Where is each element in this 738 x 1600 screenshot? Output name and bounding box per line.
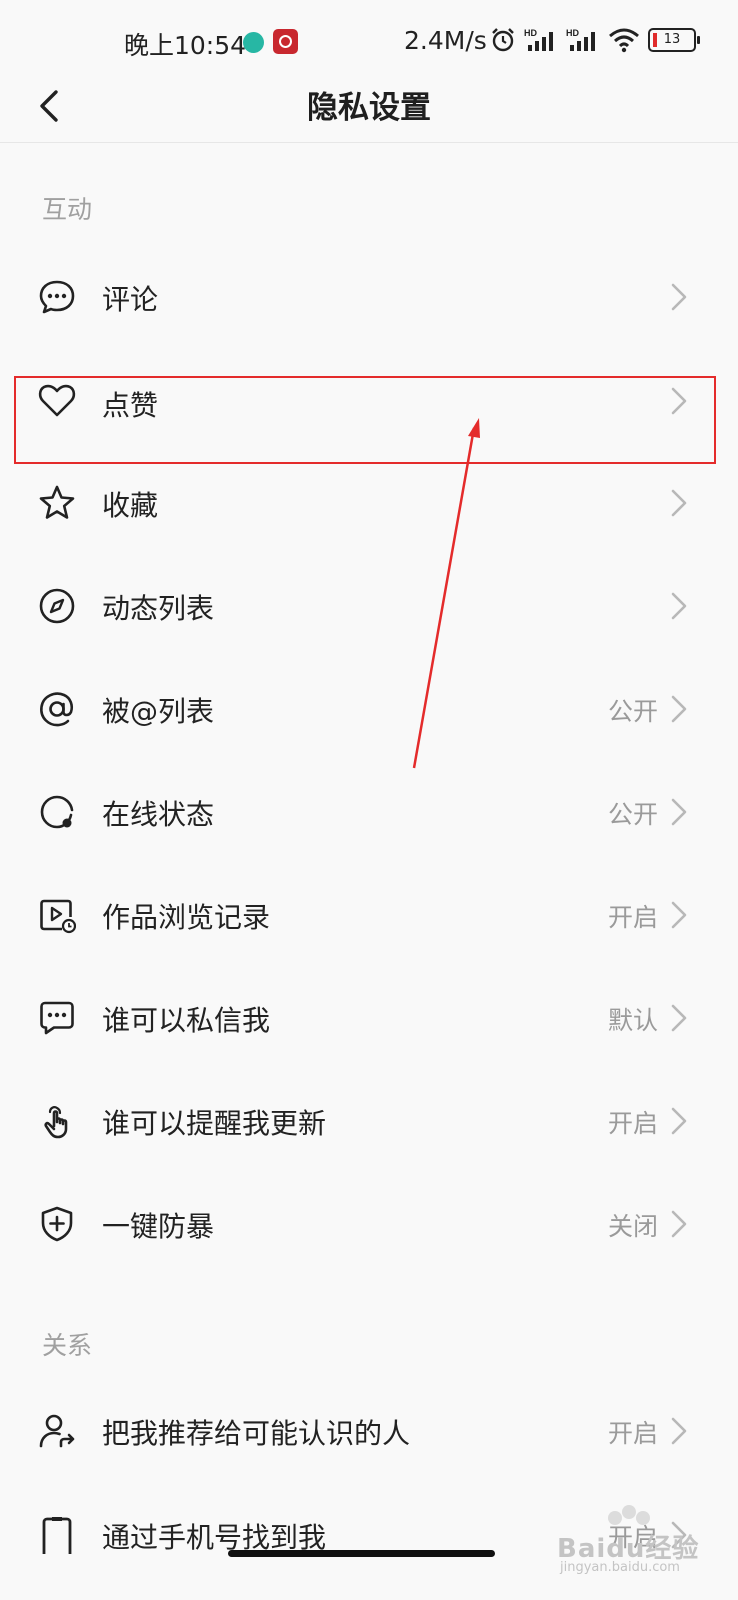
row-label: 作品浏览记录 (102, 901, 271, 934)
chevron-right-icon (671, 489, 687, 517)
row-value: 开启 (607, 1109, 658, 1138)
settings-row-activity-list[interactable]: 动态列表 (0, 557, 738, 657)
annotation-highlight-box (14, 376, 716, 464)
compass-icon (39, 588, 75, 624)
hd-signal-icon: HD (524, 28, 553, 51)
row-label: 谁可以提醒我更新 (102, 1107, 327, 1140)
star-icon (39, 485, 75, 519)
message-icon (40, 1001, 74, 1035)
tap-hand-icon (44, 1106, 68, 1139)
settings-row-online-status[interactable]: 在线状态 公开 (0, 763, 738, 863)
settings-row-view-history[interactable]: 作品浏览记录 开启 (0, 866, 738, 966)
settings-row-update-reminders[interactable]: 谁可以提醒我更新 开启 (0, 1072, 738, 1172)
watermark-subtext: jingyan.baidu.com (560, 1560, 680, 1575)
row-value: 公开 (607, 800, 658, 829)
settings-row-mentions[interactable]: 被@列表 公开 (0, 660, 738, 760)
at-icon (40, 692, 74, 727)
settings-row-recommend-me[interactable]: 把我推荐给可能认识的人 开启 (0, 1382, 738, 1482)
svg-text:HD: HD (524, 28, 537, 38)
chevron-right-icon (671, 695, 687, 723)
row-value: 开启 (607, 1419, 658, 1448)
row-label: 把我推荐给可能认识的人 (102, 1417, 411, 1450)
online-status-icon (40, 795, 74, 829)
chevron-right-icon (671, 1004, 687, 1032)
app-notification-icon (243, 32, 264, 53)
app-notification-icon (273, 29, 298, 54)
svg-text:HD: HD (566, 28, 579, 38)
row-label: 一键防暴 (102, 1210, 215, 1243)
row-label: 评论 (102, 283, 159, 316)
row-label: 被@列表 (102, 695, 215, 728)
nav-bar: 隐私设置 (0, 70, 738, 143)
row-value: 默认 (607, 1006, 658, 1035)
row-label: 动态列表 (102, 592, 215, 625)
settings-row-direct-messages[interactable]: 谁可以私信我 默认 (0, 969, 738, 1069)
row-value: 关闭 (607, 1212, 658, 1241)
chevron-right-icon (671, 798, 687, 826)
chevron-right-icon (671, 283, 687, 311)
row-value: 公开 (607, 697, 658, 726)
video-history-icon (40, 899, 76, 934)
comment-icon (39, 280, 75, 314)
row-label: 在线状态 (102, 798, 215, 831)
user-share-icon (39, 1414, 75, 1448)
home-indicator[interactable] (228, 1550, 495, 1557)
network-speed: 2.4M/s (404, 26, 487, 55)
row-value: 开启 (607, 903, 658, 932)
battery-icon: 13 (648, 28, 700, 52)
section-header-relations: 关系 (42, 1331, 93, 1360)
phone-icon (42, 1517, 72, 1554)
settings-row-comments[interactable]: 评论 (0, 248, 738, 348)
settings-row-anti-harassment[interactable]: 一键防暴 关闭 (0, 1175, 738, 1275)
hd-signal-icon: HD (566, 28, 595, 51)
alarm-icon (492, 28, 514, 52)
page-title: 隐私设置 (307, 90, 431, 126)
row-label: 收藏 (102, 489, 159, 522)
wifi-icon (609, 28, 639, 53)
chevron-right-icon (671, 901, 687, 929)
section-header-interaction: 互动 (42, 195, 93, 224)
row-label: 谁可以私信我 (102, 1004, 271, 1037)
shield-plus-icon (41, 1206, 73, 1242)
chevron-right-icon (671, 1417, 687, 1445)
chevron-right-icon (671, 1107, 687, 1135)
chevron-right-icon (671, 592, 687, 620)
settings-row-favorites[interactable]: 收藏 (0, 454, 738, 554)
status-icons: HD HD 13 (490, 27, 700, 53)
status-time: 晚上10:54 (124, 31, 247, 60)
chevron-right-icon (671, 1210, 687, 1238)
